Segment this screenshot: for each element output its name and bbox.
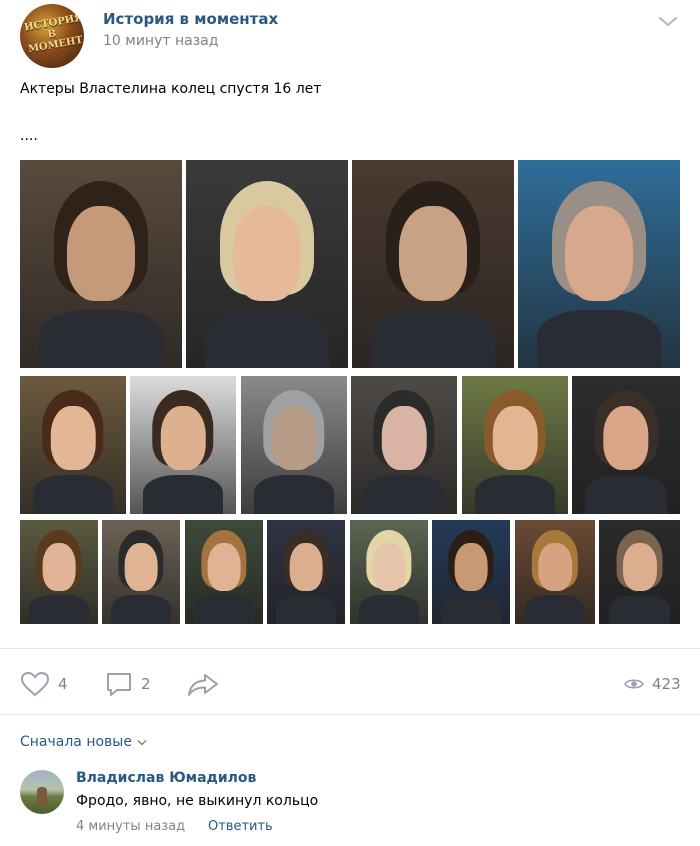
photo-subject-body <box>608 594 671 624</box>
views-count: 423 <box>652 675 681 693</box>
photo-subject-body <box>363 475 445 514</box>
photo-subject-body <box>142 475 224 514</box>
photo-thumbnail[interactable] <box>462 376 568 514</box>
photo-subject-face <box>124 542 158 591</box>
photo-thumbnail[interactable] <box>241 376 347 514</box>
photo-subject-face <box>622 542 657 591</box>
photo-subject-face <box>271 406 317 470</box>
photo-subject-face <box>398 205 468 302</box>
photo-subject-face <box>538 542 572 591</box>
comment-icon <box>107 673 131 696</box>
photo-subject-body <box>29 594 89 624</box>
share-icon <box>188 674 218 696</box>
photo-thumbnail[interactable] <box>432 520 510 624</box>
photo-thumbnail[interactable] <box>352 160 514 368</box>
photo-subject-body <box>371 309 495 368</box>
avatar-figure <box>37 787 47 805</box>
comment-button[interactable]: 2 <box>105 671 151 697</box>
photo-subject-face <box>564 205 634 302</box>
photo-subject-body <box>584 475 668 514</box>
photo-thumbnail[interactable] <box>20 160 182 368</box>
comment-text: Фродо, явно, не выкинул кольцо <box>76 793 319 809</box>
photo-subject-face <box>372 542 406 591</box>
photo-thumbnail[interactable] <box>518 160 680 368</box>
like-count: 4 <box>58 675 68 693</box>
photo-subject-body <box>39 309 163 368</box>
photo-thumbnail[interactable] <box>599 520 680 624</box>
comment-reply-link[interactable]: Ответить <box>208 819 273 834</box>
share-button[interactable] <box>186 671 228 697</box>
heart-icon <box>20 671 50 697</box>
group-avatar[interactable]: ИСТОРИЯ В МОМЕНТАХ <box>20 4 84 68</box>
group-name-link[interactable]: История в моментах <box>103 10 278 28</box>
photo-grid <box>20 160 680 624</box>
photo-subject-body <box>359 594 419 624</box>
photo-subject-face <box>381 406 427 470</box>
photo-thumbnail[interactable] <box>186 160 348 368</box>
photo-thumbnail[interactable] <box>185 520 263 624</box>
photo-subject-face <box>454 542 488 591</box>
comment-author-name[interactable]: Владислав Юмадилов <box>76 770 256 786</box>
comment-count: 2 <box>141 675 151 693</box>
photo-subject-face <box>42 542 76 591</box>
eye-icon <box>624 679 644 689</box>
views-counter: 423 <box>624 671 681 697</box>
photo-subject-body <box>194 594 254 624</box>
post-text-more: .... <box>20 128 38 144</box>
photo-subject-face <box>66 205 136 302</box>
photo-subject-body <box>111 594 171 624</box>
photo-subject-face <box>160 406 206 470</box>
post-actions: 4 2 423 <box>0 648 700 714</box>
photo-subject-body <box>253 475 335 514</box>
photo-thumbnail[interactable] <box>20 520 98 624</box>
post-text: Актеры Властелина колец спустя 16 лет <box>20 81 322 97</box>
comment-sort-label: Сначала новые <box>20 734 132 750</box>
photo-thumbnail[interactable] <box>267 520 345 624</box>
comment-author-avatar[interactable] <box>20 770 64 814</box>
photo-thumbnail[interactable] <box>130 376 236 514</box>
comment-sort-dropdown[interactable]: Сначала новые <box>20 734 147 750</box>
post-timestamp[interactable]: 10 минут назад <box>103 33 218 49</box>
like-button[interactable]: 4 <box>20 671 68 697</box>
photo-subject-face <box>289 542 323 591</box>
photo-subject-body <box>32 475 114 514</box>
photo-subject-face <box>603 406 649 470</box>
post-header: ИСТОРИЯ В МОМЕНТАХ История в моментах 10 … <box>0 0 700 70</box>
photo-thumbnail[interactable] <box>515 520 595 624</box>
photo-subject-face <box>207 542 241 591</box>
photo-thumbnail[interactable] <box>351 376 457 514</box>
photo-subject-body <box>441 594 501 624</box>
photo-thumbnail[interactable] <box>350 520 428 624</box>
photo-thumbnail[interactable] <box>572 376 680 514</box>
photo-subject-body <box>276 594 336 624</box>
photo-thumbnail[interactable] <box>20 376 126 514</box>
photo-subject-body <box>205 309 329 368</box>
photo-subject-body <box>537 309 661 368</box>
chevron-down-icon[interactable] <box>656 12 680 32</box>
photo-subject-face <box>50 406 96 470</box>
photo-subject-face <box>492 406 538 470</box>
group-avatar-logo: ИСТОРИЯ В МОМЕНТАХ <box>23 12 84 56</box>
photo-subject-body <box>524 594 586 624</box>
chevron-down-icon <box>137 739 147 745</box>
photo-subject-body <box>474 475 556 514</box>
photo-subject-face <box>232 205 302 302</box>
photo-thumbnail[interactable] <box>102 520 180 624</box>
comment-timestamp[interactable]: 4 минуты назад <box>76 819 185 834</box>
divider <box>0 714 700 715</box>
